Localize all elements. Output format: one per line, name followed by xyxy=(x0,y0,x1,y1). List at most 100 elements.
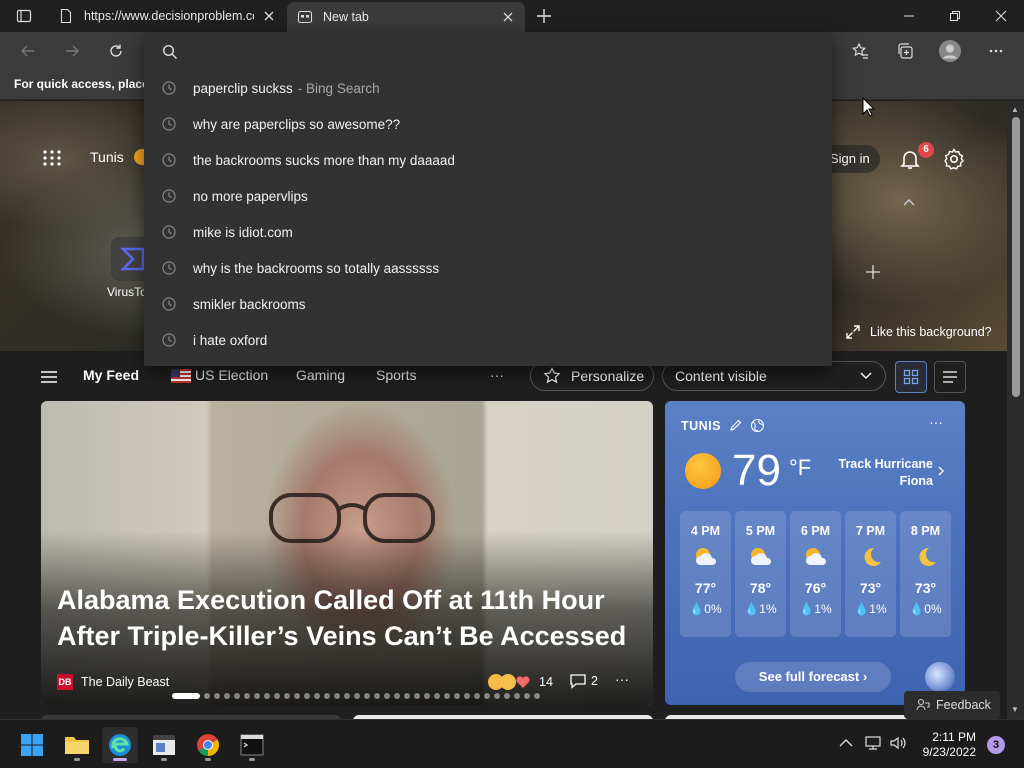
carousel-dot[interactable] xyxy=(224,693,230,699)
system-clock[interactable]: 2:11 PM 9/23/2022 xyxy=(910,730,976,760)
carousel-dot[interactable] xyxy=(524,693,530,699)
news-source[interactable]: DB The Daily Beast xyxy=(57,674,169,690)
add-shortcut-plus-icon[interactable] xyxy=(864,263,882,281)
gear-icon[interactable] xyxy=(942,147,966,171)
close-tab-icon[interactable] xyxy=(501,10,515,24)
carousel-dot[interactable] xyxy=(534,693,540,699)
hourly-item[interactable]: 8 PM 73° 💧0% xyxy=(900,511,951,637)
chevron-right-icon[interactable] xyxy=(937,465,945,477)
pencil-icon[interactable] xyxy=(729,419,742,432)
tab-sports[interactable]: Sports xyxy=(376,367,416,383)
taskbar-chrome[interactable] xyxy=(190,727,226,763)
suggestion-item[interactable]: why is the backrooms so totally aassssss xyxy=(144,250,832,286)
see-full-forecast-button[interactable]: See full forecast › xyxy=(735,662,891,692)
carousel-dot[interactable] xyxy=(334,693,340,699)
carousel-dot[interactable] xyxy=(254,693,260,699)
tab-decisionproblem[interactable]: https://www.decisionproblem.com/papercli… xyxy=(48,0,286,32)
close-tab-icon[interactable] xyxy=(262,9,276,23)
carousel-dot[interactable] xyxy=(474,693,480,699)
carousel-dot[interactable] xyxy=(314,693,320,699)
carousel-dot[interactable] xyxy=(414,693,420,699)
tab-gaming[interactable]: Gaming xyxy=(296,367,345,383)
carousel-dot[interactable] xyxy=(504,693,510,699)
carousel-dot[interactable] xyxy=(324,693,330,699)
carousel-dot[interactable] xyxy=(464,693,470,699)
carousel-dot[interactable] xyxy=(274,693,280,699)
list-view-button[interactable] xyxy=(934,361,966,393)
weather-assistant-icon[interactable] xyxy=(925,662,955,692)
scrollbar-thumb[interactable] xyxy=(1012,117,1020,397)
carousel-dot[interactable] xyxy=(364,693,370,699)
favorites-button[interactable] xyxy=(846,38,874,64)
tab-us-election[interactable]: US Election xyxy=(195,367,268,383)
temperature-unit[interactable]: °F xyxy=(789,455,811,481)
restore-button[interactable] xyxy=(932,0,978,32)
suggestion-item[interactable]: i hate oxford xyxy=(144,322,832,358)
tab-actions-button[interactable] xyxy=(8,5,40,27)
carousel-dot[interactable] xyxy=(494,693,500,699)
carousel-dot[interactable] xyxy=(434,693,440,699)
grid-view-button[interactable] xyxy=(895,361,927,393)
suggestion-item[interactable]: mike is idiot.com xyxy=(144,214,832,250)
carousel-dot[interactable] xyxy=(294,693,300,699)
new-tab-plus-icon[interactable] xyxy=(534,6,554,26)
carousel-dot[interactable] xyxy=(514,693,520,699)
location-label[interactable]: Tunis xyxy=(90,149,124,165)
reactions-button[interactable]: 14 xyxy=(487,673,553,691)
carousel-dot[interactable] xyxy=(354,693,360,699)
tab-new-tab[interactable]: New tab xyxy=(287,2,525,32)
taskbar-edge[interactable] xyxy=(102,727,138,763)
carousel-dot[interactable] xyxy=(484,693,490,699)
carousel-dot[interactable] xyxy=(394,693,400,699)
carousel-dot[interactable] xyxy=(304,693,310,699)
carousel-dot[interactable] xyxy=(244,693,250,699)
refresh-button[interactable] xyxy=(102,38,130,64)
carousel-dot[interactable] xyxy=(172,693,200,699)
forward-button[interactable] xyxy=(58,38,86,64)
suggestion-item[interactable]: no more papervlips xyxy=(144,178,832,214)
carousel-dot[interactable] xyxy=(284,693,290,699)
collections-button[interactable] xyxy=(891,38,919,64)
news-card-main[interactable]: Alabama Execution Called Off at 11th Hou… xyxy=(41,401,653,705)
carousel-dot[interactable] xyxy=(344,693,350,699)
feedback-button[interactable]: Feedback xyxy=(904,691,1000,719)
network-icon[interactable] xyxy=(864,734,882,752)
taskbar-terminal[interactable] xyxy=(234,727,270,763)
hourly-item[interactable]: 4 PM 77° 💧0% xyxy=(680,511,731,637)
suggestion-item[interactable]: smikler backrooms xyxy=(144,286,832,322)
carousel-dot[interactable] xyxy=(404,693,410,699)
chevron-up-icon[interactable] xyxy=(837,734,855,752)
hurricane-tracker-link[interactable]: Track Hurricane Fiona xyxy=(815,456,934,490)
globe-icon[interactable] xyxy=(750,418,765,433)
carousel-dot[interactable] xyxy=(454,693,460,699)
start-button[interactable] xyxy=(14,727,50,763)
carousel-dot[interactable] xyxy=(424,693,430,699)
weather-widget[interactable]: TUNIS ··· 79 °F Track Hurricane Fiona 4 … xyxy=(665,401,965,705)
carousel-dot[interactable] xyxy=(214,693,220,699)
notification-center-badge[interactable]: 3 xyxy=(987,736,1005,754)
carousel-dot[interactable] xyxy=(374,693,380,699)
carousel-dot[interactable] xyxy=(264,693,270,699)
like-background-button[interactable]: Like this background? xyxy=(846,325,992,339)
close-window-button[interactable] xyxy=(978,0,1024,32)
suggestion-item[interactable]: paperclip suckss - Bing Search xyxy=(144,70,832,106)
card-more-options[interactable]: ··· xyxy=(615,671,629,687)
tab-my-feed[interactable]: My Feed xyxy=(83,367,139,383)
scroll-down-arrow-icon[interactable]: ▼ xyxy=(1011,705,1019,714)
volume-icon[interactable] xyxy=(889,734,907,752)
settings-and-more-button[interactable] xyxy=(982,38,1010,64)
hourly-item[interactable]: 6 PM 76° 💧1% xyxy=(790,511,841,637)
weather-more-options[interactable]: ··· xyxy=(929,414,943,430)
page-scrollbar[interactable]: ▲ ▼ xyxy=(1007,101,1024,719)
chevron-up-icon[interactable] xyxy=(902,197,916,207)
back-button[interactable] xyxy=(14,38,42,64)
hourly-item[interactable]: 7 PM 73° 💧1% xyxy=(845,511,896,637)
hourly-item[interactable]: 5 PM 78° 💧1% xyxy=(735,511,786,637)
scroll-up-arrow-icon[interactable]: ▲ xyxy=(1011,105,1019,114)
suggestion-item[interactable]: why are paperclips so awesome?? xyxy=(144,106,832,142)
hamburger-menu-icon[interactable] xyxy=(40,370,58,384)
news-headline[interactable]: Alabama Execution Called Off at 11th Hou… xyxy=(57,582,637,654)
weather-location[interactable]: TUNIS xyxy=(681,418,765,433)
carousel-dot[interactable] xyxy=(444,693,450,699)
suggestion-item[interactable]: the backrooms sucks more than my daaaad xyxy=(144,142,832,178)
